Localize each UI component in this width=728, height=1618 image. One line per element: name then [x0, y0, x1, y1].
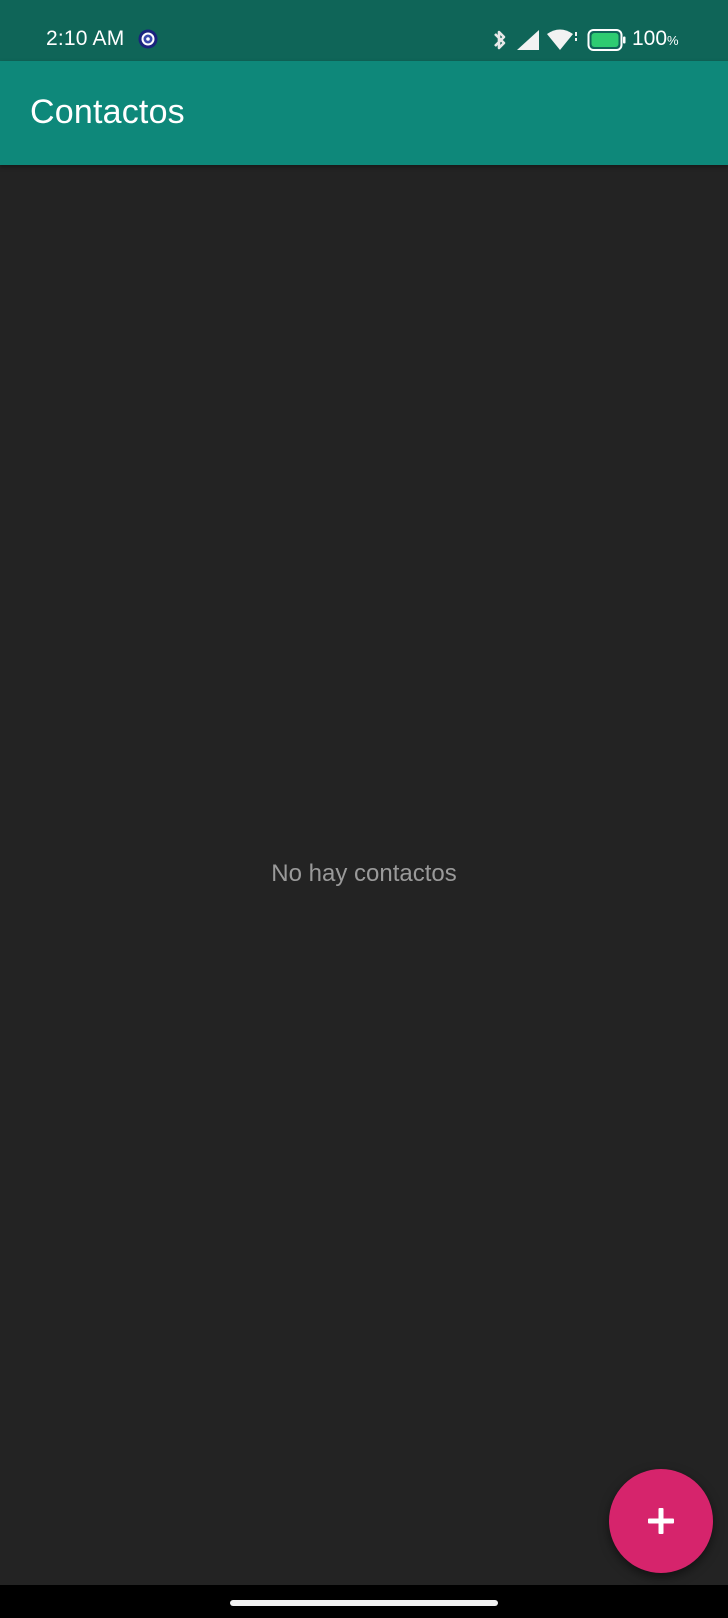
screen: 2:10 AM 100% Contactos No hay contactos	[0, 0, 728, 1618]
plus-icon	[648, 1508, 674, 1534]
signal-icon	[517, 30, 539, 50]
gear-badge-icon	[138, 29, 158, 49]
home-gesture-handle[interactable]	[230, 1600, 498, 1606]
add-contact-button[interactable]	[609, 1469, 713, 1573]
app-bar: Contactos	[0, 61, 728, 165]
contacts-list[interactable]: No hay contactos	[0, 165, 728, 1585]
status-time: 2:10 AM	[46, 27, 125, 50]
status-bar: 2:10 AM 100%	[0, 0, 728, 61]
wifi-icon	[547, 29, 577, 50]
battery-percentage: 100%	[632, 27, 679, 50]
bluetooth-icon	[494, 30, 506, 50]
empty-state-message: No hay contactos	[271, 860, 457, 887]
app-title: Contactos	[30, 93, 185, 131]
navigation-bar	[0, 1585, 728, 1618]
battery-icon	[587, 29, 626, 51]
